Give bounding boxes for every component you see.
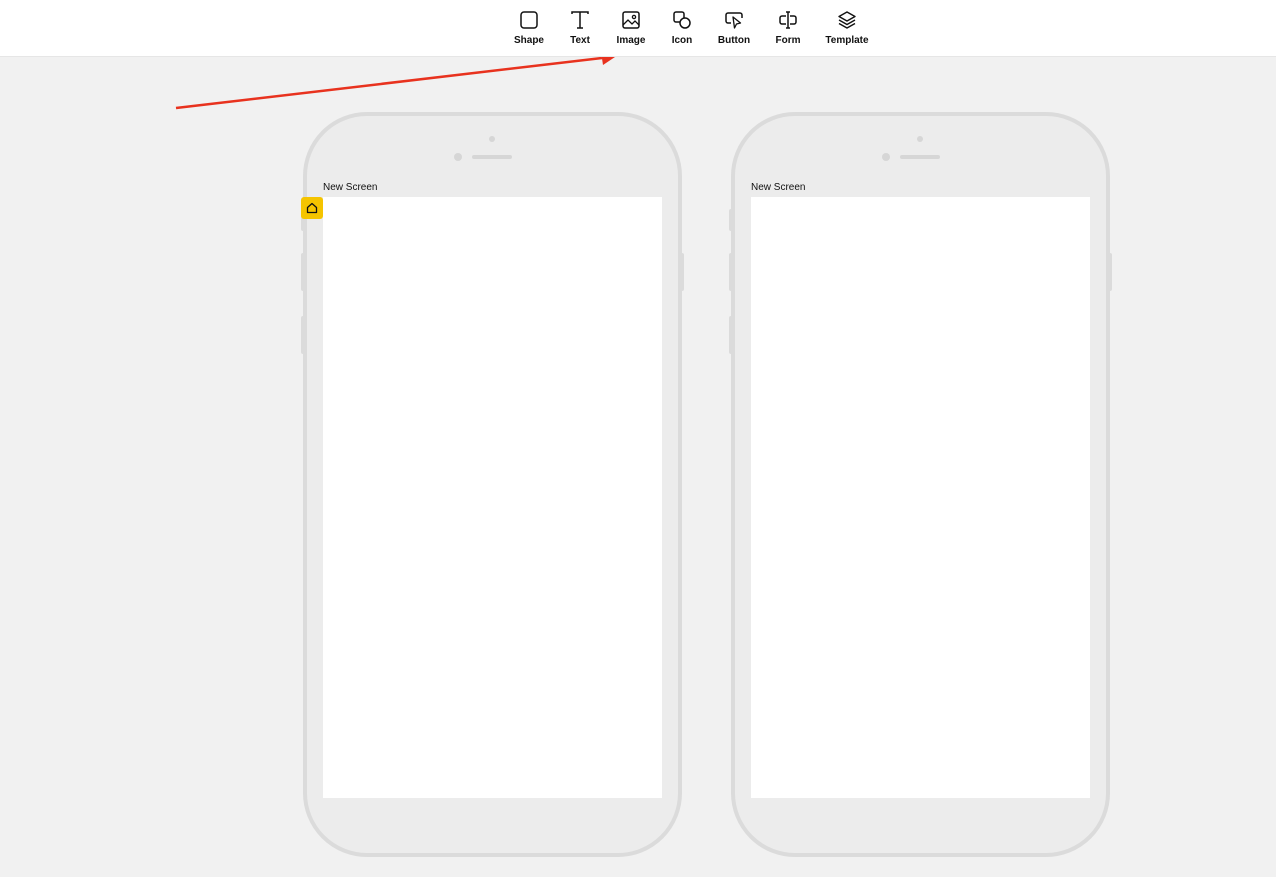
screen-title[interactable]: New Screen bbox=[751, 182, 805, 193]
form-tool-button[interactable]: Form bbox=[772, 0, 804, 57]
phone-sensor bbox=[882, 153, 890, 161]
cursor-click-icon bbox=[725, 12, 743, 29]
shape-tool-button[interactable]: Shape bbox=[512, 0, 546, 57]
phone-camera bbox=[917, 136, 923, 142]
layers-icon bbox=[838, 11, 856, 29]
screen-artboard[interactable] bbox=[323, 197, 662, 798]
image-tool-label: Image bbox=[616, 35, 646, 46]
icon-tool-label: Icon bbox=[671, 35, 693, 46]
template-tool-button[interactable]: Template bbox=[824, 0, 870, 57]
text-cursor-field-icon bbox=[779, 11, 797, 29]
shape-tool-label: Shape bbox=[513, 35, 544, 46]
text-tool-button[interactable]: Text bbox=[566, 0, 594, 57]
phone-speaker bbox=[472, 155, 512, 159]
top-toolbar: Shape Text Image Icon Button Form Templa… bbox=[0, 0, 1276, 57]
phone-camera bbox=[489, 136, 495, 142]
template-tool-label: Template bbox=[825, 35, 869, 46]
phone-speaker bbox=[900, 155, 940, 159]
text-icon bbox=[571, 11, 589, 29]
home-screen-badge[interactable] bbox=[301, 197, 323, 219]
image-icon bbox=[622, 11, 640, 29]
button-tool-label: Button bbox=[717, 35, 751, 46]
button-tool-button[interactable]: Button bbox=[716, 0, 752, 57]
phone-sensor bbox=[454, 153, 462, 161]
image-tool-button[interactable]: Image bbox=[614, 0, 648, 57]
form-tool-label: Form bbox=[775, 35, 801, 46]
square-icon bbox=[520, 11, 538, 29]
icon-tool-button[interactable]: Icon bbox=[668, 0, 696, 57]
shapes-icon bbox=[673, 11, 691, 29]
screen-artboard[interactable] bbox=[751, 197, 1090, 798]
text-tool-label: Text bbox=[570, 35, 590, 46]
design-canvas[interactable]: New Screen New Screen bbox=[0, 57, 1276, 877]
screen-title[interactable]: New Screen bbox=[323, 182, 377, 193]
home-icon bbox=[306, 202, 318, 214]
